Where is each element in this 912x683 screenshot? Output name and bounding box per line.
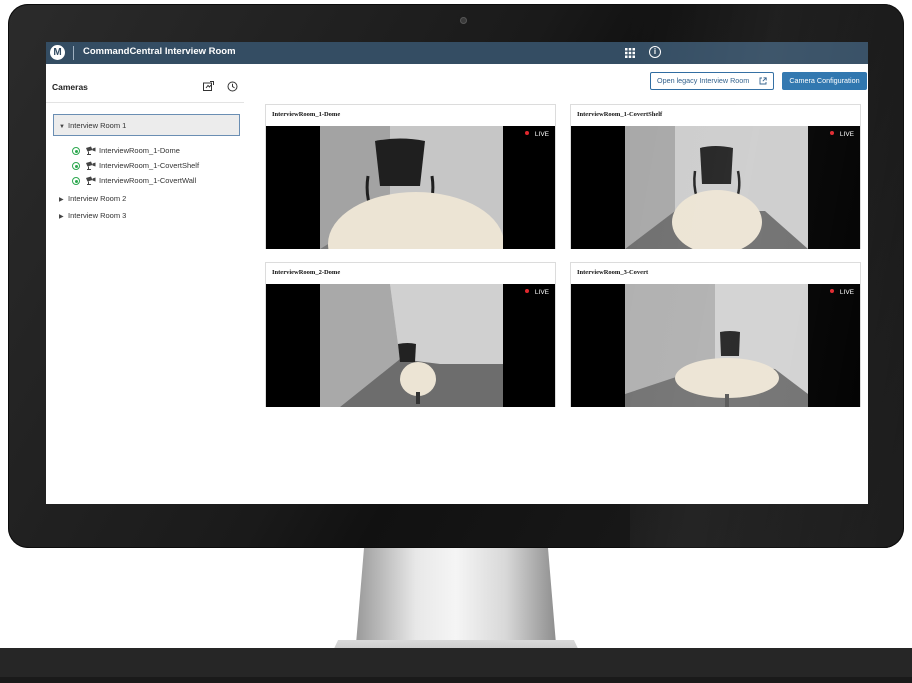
video-feed[interactable]: LIVE: [266, 126, 555, 249]
live-indicator: LIVE: [524, 289, 549, 296]
video-panel-room1-dome[interactable]: InterviewRoom_1-Dome LIVE: [265, 104, 556, 249]
room-feed-image: [320, 126, 503, 249]
live-indicator: LIVE: [829, 131, 854, 138]
online-status-icon: [72, 177, 80, 185]
room-feed-image: [625, 284, 808, 407]
live-dot-icon: [524, 289, 529, 293]
video-panel-room1-covertshelf[interactable]: InterviewRoom_1-CovertShelf LIVE: [570, 104, 861, 249]
webcam-dot: [460, 17, 467, 24]
desk-surface: [0, 648, 912, 683]
tree-item-interview-room-1-label[interactable]: ▼ Interview Room 1: [59, 121, 126, 130]
history-icon[interactable]: [227, 81, 238, 92]
open-legacy-interview-room-button[interactable]: Open legacy Interview Room: [650, 72, 774, 90]
video-panel-title: InterviewRoom_2-Dome: [272, 269, 341, 276]
caret-down-icon[interactable]: ▼: [59, 124, 68, 130]
tree-item-interview-room-2[interactable]: ▶ Interview Room 2: [59, 194, 126, 203]
video-panel-title: InterviewRoom_1-CovertShelf: [577, 111, 663, 118]
video-panel-title: InterviewRoom_1-Dome: [272, 111, 341, 118]
monitor-stand-neck: [356, 548, 556, 644]
live-dot-icon: [524, 131, 529, 135]
camera-label: InterviewRoom_1-CovertWall: [99, 176, 197, 185]
live-dot-icon: [829, 131, 834, 135]
video-panel-room3-covert[interactable]: InterviewRoom_3-Covert LIVE: [570, 262, 861, 407]
export-icon[interactable]: [203, 81, 214, 91]
camera-label: InterviewRoom_1-CovertShelf: [99, 161, 200, 170]
motorola-logo-icon: M: [50, 45, 65, 60]
room-feed-image: [320, 284, 503, 407]
video-feed[interactable]: LIVE: [266, 284, 555, 407]
caret-right-icon[interactable]: ▶: [59, 196, 68, 203]
video-panel-room2-dome[interactable]: InterviewRoom_2-Dome LIVE: [265, 262, 556, 407]
screen: M CommandCentral Interview Room i Camera…: [46, 42, 868, 504]
camera-configuration-button[interactable]: Camera Configuration: [782, 72, 867, 90]
apps-grid-icon[interactable]: [624, 47, 636, 59]
camera-icon: [86, 146, 96, 155]
camera-icon: [86, 176, 96, 185]
header-divider: [73, 46, 74, 60]
video-panel-title: InterviewRoom_3-Covert: [577, 269, 649, 276]
sidebar-divider: [46, 102, 244, 103]
external-link-icon: [759, 77, 767, 85]
app-header: M CommandCentral Interview Room i: [46, 42, 868, 64]
camera-icon: [86, 161, 96, 170]
caret-right-icon[interactable]: ▶: [59, 213, 68, 220]
camera-sidebar: Cameras ▼ Interview Room 1 InterviewRoom_…: [46, 64, 244, 504]
room-feed-image: [625, 126, 808, 249]
online-status-icon: [72, 147, 80, 155]
app-title: CommandCentral Interview Room: [83, 46, 236, 57]
info-icon[interactable]: i: [649, 46, 661, 58]
live-dot-icon: [829, 289, 834, 293]
live-indicator: LIVE: [829, 289, 854, 296]
live-indicator: LIVE: [524, 131, 549, 138]
video-feed[interactable]: LIVE: [571, 284, 860, 407]
online-status-icon: [72, 162, 80, 170]
sidebar-title: Cameras: [52, 82, 88, 92]
video-feed[interactable]: LIVE: [571, 126, 860, 249]
camera-label: InterviewRoom_1-Dome: [99, 146, 180, 155]
tree-item-interview-room-3[interactable]: ▶ Interview Room 3: [59, 211, 126, 220]
